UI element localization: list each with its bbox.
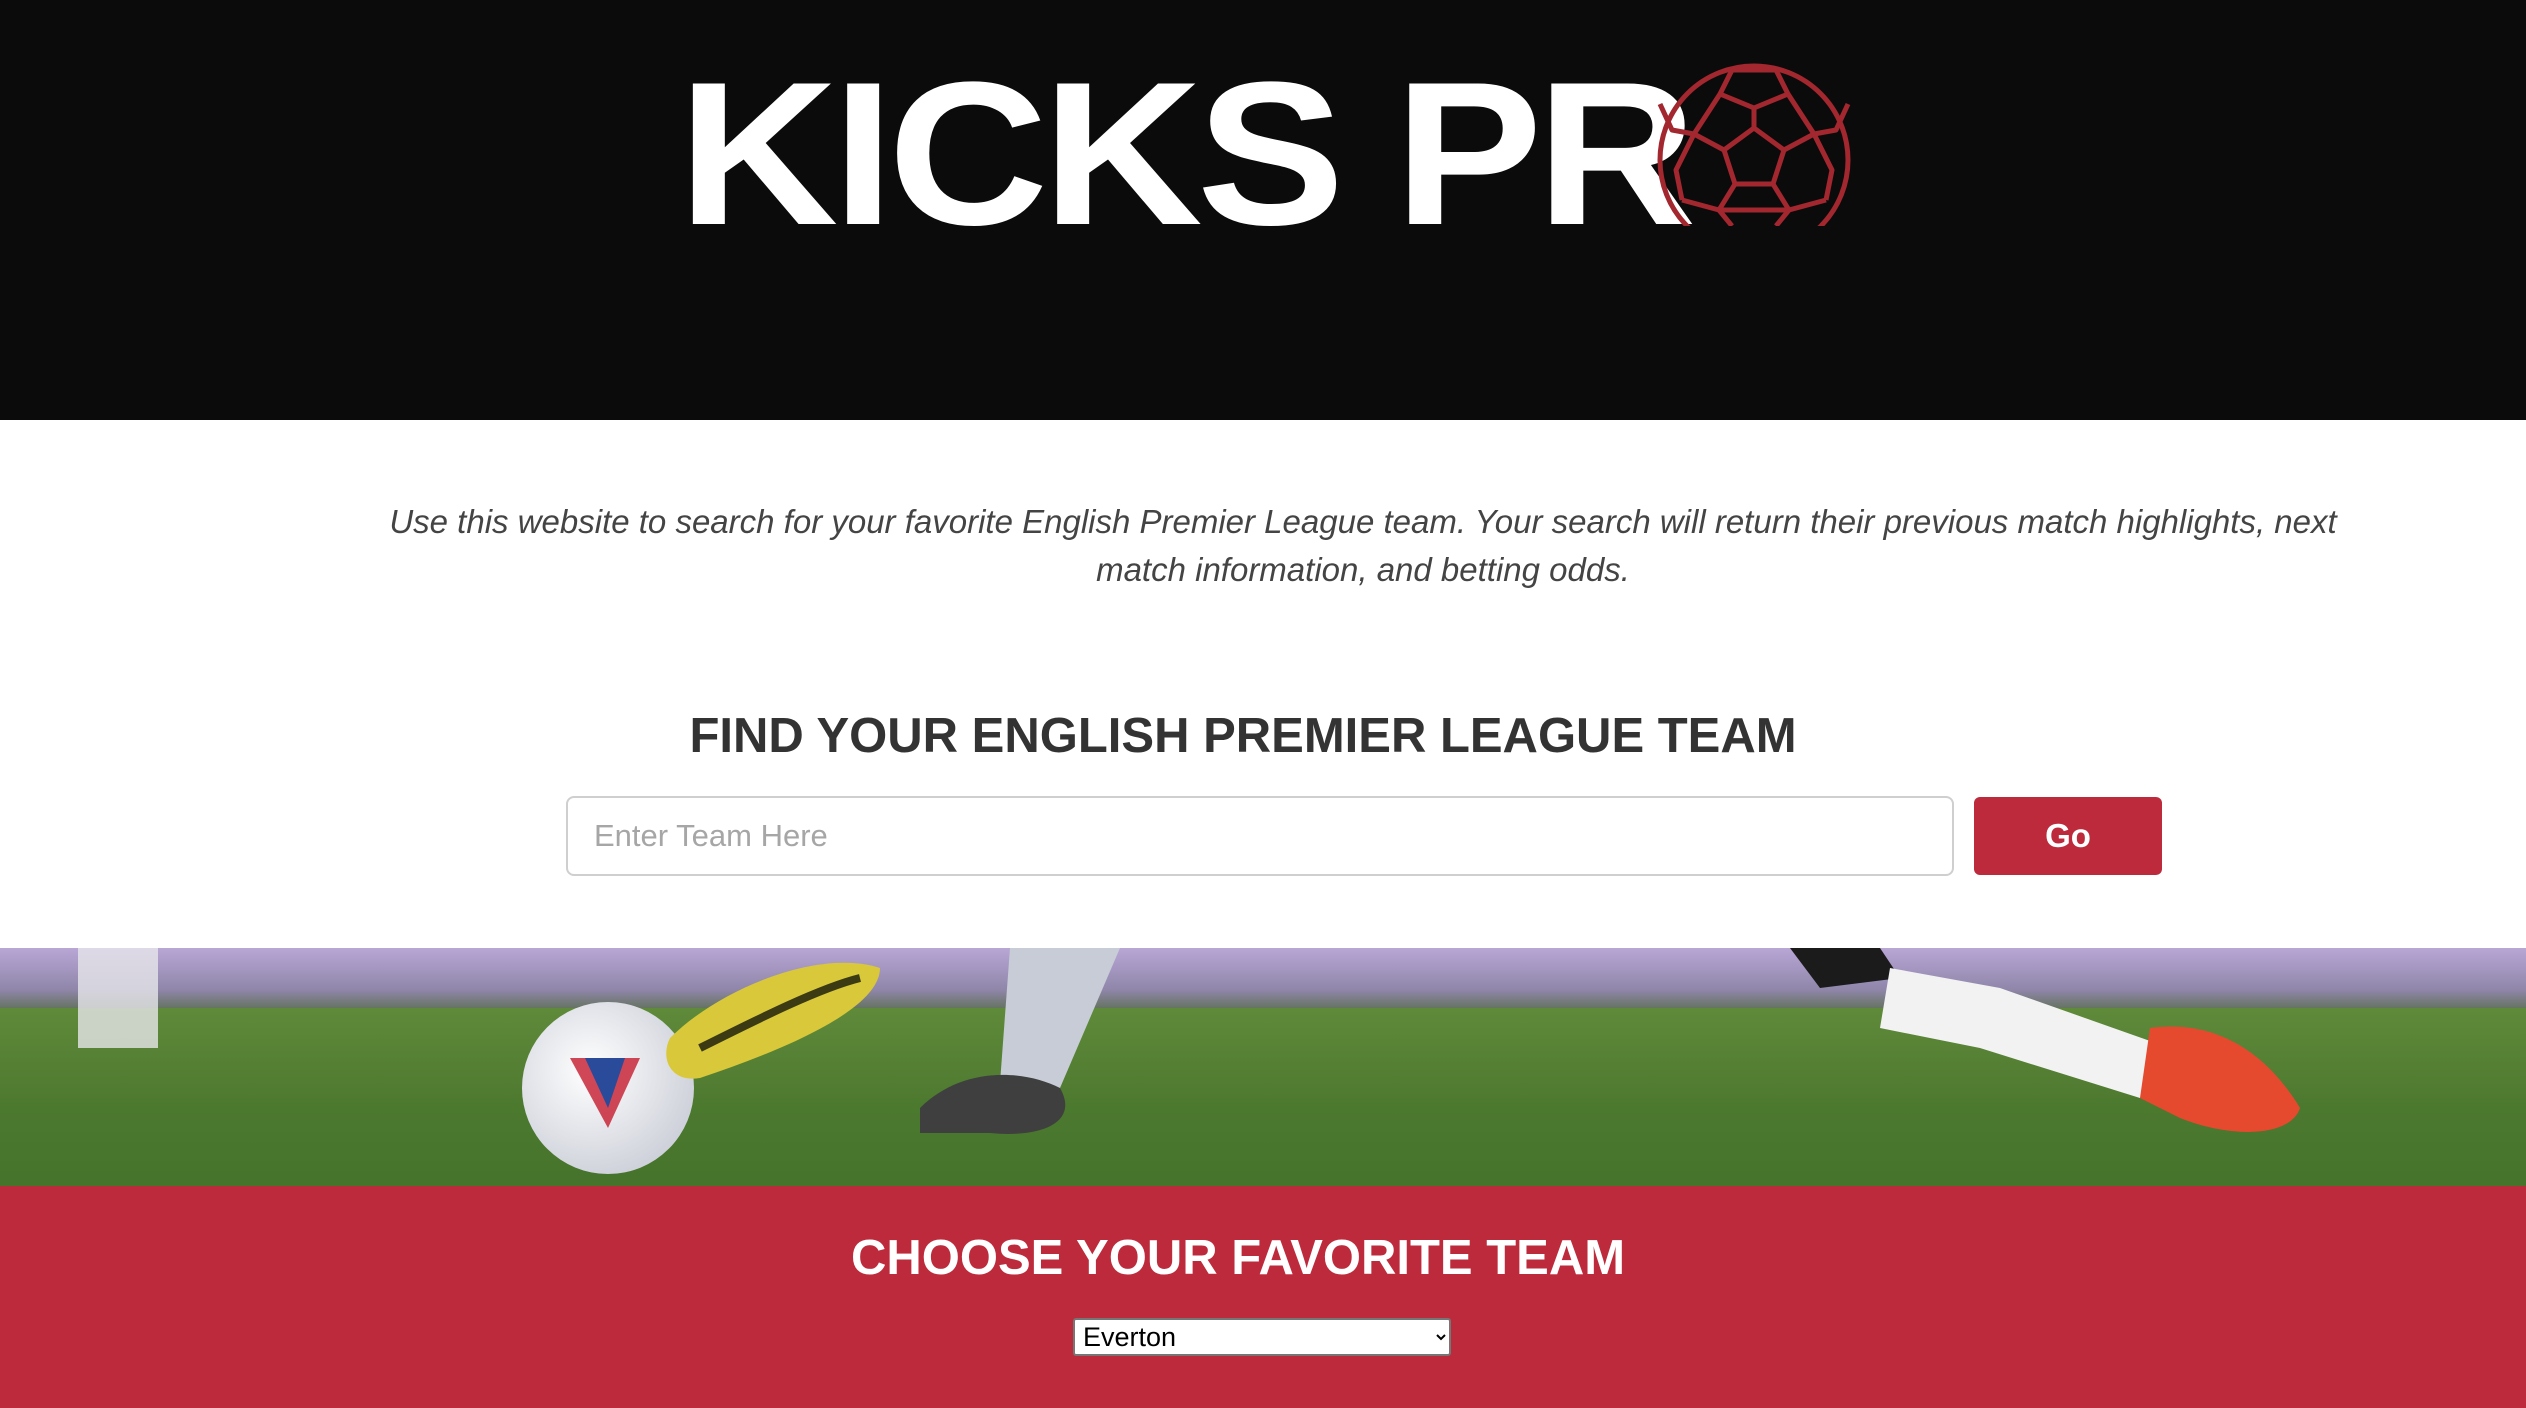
go-button[interactable]: Go (1974, 797, 2162, 875)
kicks-pro-logo: KICKS PR (678, 40, 1851, 274)
find-team-heading: FIND YOUR ENGLISH PREMIER LEAGUE TEAM (0, 706, 2526, 766)
logo-text: KICKS PR (678, 40, 1697, 269)
favorite-team-select[interactable]: Everton (1073, 1318, 1451, 1356)
team-search-input[interactable] (566, 796, 1954, 876)
soccer-action-banner-image (0, 948, 2526, 1186)
intro-description: Use this website to search for your favo… (389, 503, 2337, 588)
banner-illustration (0, 948, 2526, 1186)
favorite-team-heading: CHOOSE YOUR FAVORITE TEAM (0, 1228, 2526, 1288)
favorite-team-section: CHOOSE YOUR FAVORITE TEAM Everton (0, 1186, 2526, 1408)
site-header: KICKS PR (0, 0, 2526, 420)
soccer-ball-icon (1657, 63, 1851, 226)
favorite-team-heading-text: CHOOSE YOUR FAVORITE TEAM (850, 1231, 1626, 1285)
find-team-heading-text: FIND YOUR ENGLISH PREMIER LEAGUE TEAM (689, 709, 1797, 763)
